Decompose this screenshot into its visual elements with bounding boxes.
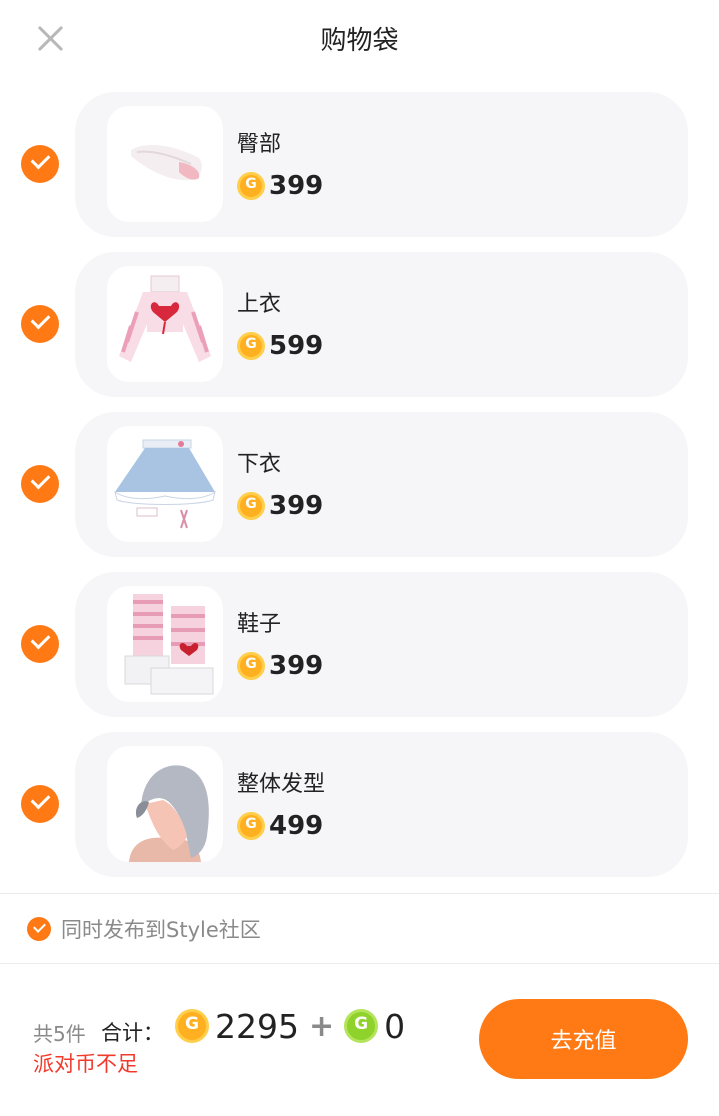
- item-name: 上衣: [237, 292, 282, 317]
- item-price: 399: [237, 170, 323, 202]
- item-checkbox[interactable]: [21, 305, 59, 343]
- boots-icon: [107, 586, 223, 702]
- item-card[interactable]: 上衣 599: [75, 252, 688, 397]
- tail-icon: [107, 106, 223, 222]
- price-value: 499: [269, 811, 324, 841]
- divider: [0, 893, 719, 894]
- price-value: 599: [269, 331, 324, 361]
- publish-label: 同时发布到Style社区: [61, 918, 261, 942]
- item-card[interactable]: 下衣 399: [75, 412, 688, 557]
- price-value: 399: [269, 491, 324, 521]
- skirt-icon: [107, 426, 223, 542]
- price-value: 399: [269, 651, 324, 681]
- item-name: 臀部: [237, 132, 282, 157]
- cart-item: 下衣 399: [0, 410, 719, 570]
- item-checkbox[interactable]: [21, 785, 59, 823]
- total-label: 合计：: [101, 1021, 164, 1045]
- item-card[interactable]: 整体发型 499: [75, 732, 688, 877]
- green-total: 0: [384, 1006, 406, 1046]
- item-price: 599: [237, 330, 323, 362]
- item-card[interactable]: 鞋子 399: [75, 572, 688, 717]
- item-price: 499: [237, 810, 323, 842]
- recharge-button[interactable]: 去充值: [479, 999, 688, 1079]
- item-name: 下衣: [237, 452, 282, 477]
- cart-item: 整体发型 499: [0, 730, 719, 890]
- cart-item: 上衣 599: [0, 250, 719, 410]
- item-checkbox[interactable]: [21, 465, 59, 503]
- total-amount: 2295 + 0: [175, 1004, 405, 1048]
- item-checkbox[interactable]: [21, 625, 59, 663]
- item-name: 鞋子: [237, 612, 282, 637]
- item-checkbox[interactable]: [21, 145, 59, 183]
- hair-icon: [107, 746, 223, 862]
- gold-coin-icon: [237, 652, 265, 680]
- insufficient-warning: 派对币不足: [33, 1052, 138, 1076]
- gold-coin-icon: [175, 1009, 209, 1043]
- gold-coin-icon: [237, 332, 265, 360]
- gold-coin-icon: [237, 812, 265, 840]
- cart-item: 臀部 399: [0, 90, 719, 250]
- plus-sign: +: [308, 1008, 335, 1044]
- publish-checkbox[interactable]: [27, 917, 51, 941]
- item-price: 399: [237, 490, 323, 522]
- cart-item: 鞋子 399: [0, 570, 719, 730]
- gold-coin-icon: [237, 172, 265, 200]
- price-value: 399: [269, 171, 324, 201]
- item-price: 399: [237, 650, 323, 682]
- header: 购物袋: [0, 0, 719, 80]
- green-coin-icon: [344, 1009, 379, 1043]
- item-card[interactable]: 臀部 399: [75, 92, 688, 237]
- item-name: 整体发型: [237, 772, 326, 797]
- gold-total: 2295: [215, 1006, 299, 1046]
- item-count: 共5件: [33, 1022, 86, 1046]
- checkout-bar: 共5件 合计： 2295 + 0 派对币不足 去充值: [0, 964, 719, 1116]
- gold-coin-icon: [237, 492, 265, 520]
- publish-option[interactable]: 同时发布到Style社区: [27, 915, 261, 943]
- cart-list: 臀部 399 上衣 599: [0, 90, 719, 890]
- top-icon: [107, 266, 223, 382]
- page-title: 购物袋: [320, 26, 399, 56]
